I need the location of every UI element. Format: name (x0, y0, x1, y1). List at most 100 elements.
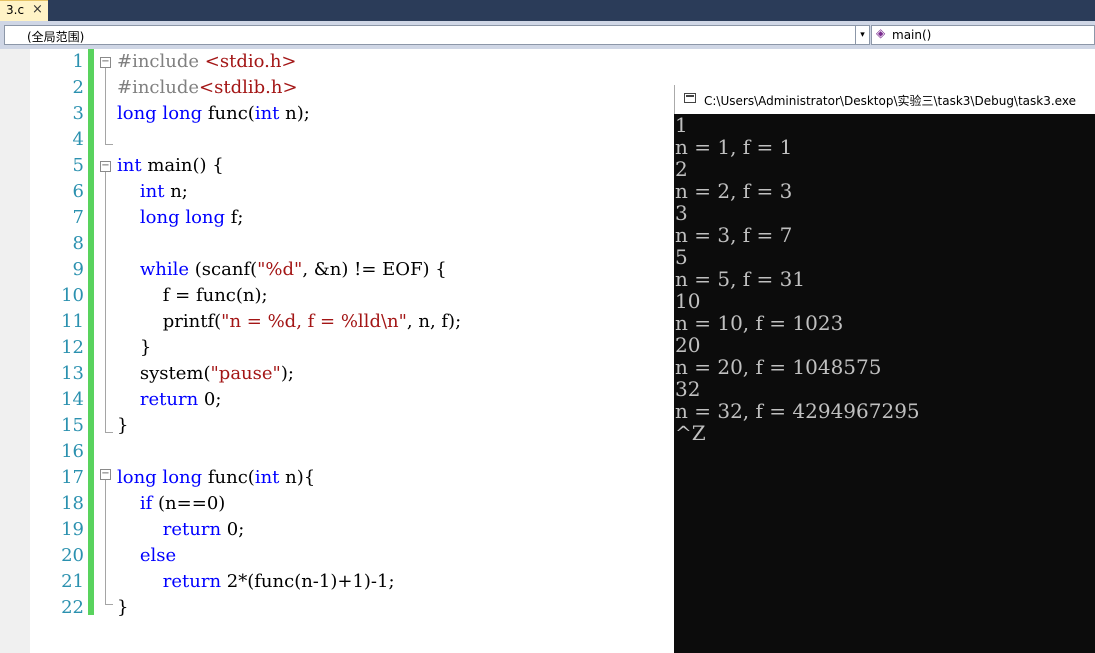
close-icon[interactable]: × (32, 2, 43, 17)
code-token: else (139, 545, 177, 566)
line-number: 16 (61, 441, 84, 462)
code-token: 2*(func(n-1)+1)-1; (221, 571, 395, 592)
console-line: n = 3, f = 7 (675, 223, 793, 247)
outline-guide-end (105, 604, 113, 605)
code-token: int (117, 155, 142, 176)
line-number-gutter: 1 2 3 4 5 6 7 8 9 10 11 12 13 14 15 16 1… (30, 49, 84, 653)
line-number: 6 (72, 181, 84, 202)
code-token: f; (225, 207, 244, 228)
code-token: n); (279, 103, 310, 124)
function-icon: ◈ (876, 26, 886, 40)
outline-guide-end (105, 144, 113, 145)
code-token: <stdio.h> (204, 51, 297, 72)
line-number: 3 (72, 103, 84, 124)
console-line: 10 (675, 289, 701, 313)
code-token: while (139, 259, 190, 280)
code-token: printf( (117, 311, 222, 332)
outline-guide (105, 68, 106, 144)
line-number: 1 (72, 51, 84, 72)
chevron-down-icon[interactable]: ▾ (855, 26, 869, 44)
code-token: , n, f); (406, 311, 462, 332)
code-token: long long (117, 103, 203, 124)
line-number: 21 (61, 571, 84, 592)
code-line: long long func(int n); (117, 101, 310, 127)
line-number: 4 (72, 129, 84, 150)
console-title-bar[interactable]: C:\Users\Administrator\Desktop\实验三\task3… (674, 85, 1095, 114)
console-window-icon (684, 93, 696, 103)
line-number: 9 (72, 259, 84, 280)
line-number: 11 (61, 311, 84, 332)
line-number: 20 (61, 545, 84, 566)
code-token: if (139, 493, 153, 514)
code-token: func( (202, 467, 255, 488)
line-number: 8 (72, 233, 84, 254)
code-token: "pause" (210, 363, 281, 384)
code-line: system("pause"); (117, 361, 294, 387)
line-number: 2 (72, 77, 84, 98)
console-line: 5 (675, 245, 688, 269)
collapse-icon[interactable]: − (100, 57, 111, 68)
collapse-icon[interactable]: − (100, 161, 111, 172)
code-token: #include (117, 77, 200, 98)
line-number: 18 (61, 493, 84, 514)
code-line: f = func(n); (117, 285, 268, 306)
code-token: #include (117, 51, 205, 72)
document-tab-strip: 3.c × (0, 0, 1095, 21)
outline-guide (105, 480, 106, 604)
code-token: "n = %d, f = %lld\n" (221, 311, 407, 332)
console-output[interactable]: 1 n = 1, f = 1 2 n = 2, f = 3 3 n = 3, f… (674, 114, 1095, 653)
code-token: return (162, 519, 222, 540)
code-token: ); (280, 363, 294, 384)
console-line: n = 5, f = 31 (675, 267, 806, 291)
navigation-bar: (全局范围) ▾ ◈ main() (0, 21, 1095, 49)
line-number: 13 (61, 363, 84, 384)
code-line: return 2*(func(n-1)+1)-1; (117, 569, 395, 595)
scope-dropdown[interactable]: (全局范围) ▾ (4, 25, 870, 45)
code-token: <stdlib.h> (199, 77, 298, 98)
code-line: long long func(int n){ (117, 465, 315, 491)
code-line: while (scanf("%d", &n) != EOF) { (117, 257, 447, 283)
code-token: int (254, 467, 280, 488)
member-dropdown[interactable]: ◈ main() (871, 25, 1095, 45)
console-line: n = 2, f = 3 (675, 179, 793, 203)
code-line: return 0; (117, 387, 222, 413)
code-line: if (n==0) (117, 491, 225, 517)
console-line: n = 10, f = 1023 (675, 311, 844, 335)
console-line: 20 (675, 333, 701, 357)
code-line: #include <stdio.h> (117, 49, 297, 75)
line-number: 14 (61, 389, 84, 410)
code-token: system( (117, 363, 211, 384)
code-token: long long (139, 207, 226, 228)
outline-guide-end (105, 432, 113, 433)
code-token: n; (164, 181, 188, 202)
code-token: 0; (198, 389, 222, 410)
indicator-margin (0, 49, 30, 653)
code-line: int n; (117, 179, 188, 205)
line-number: 19 (61, 519, 84, 540)
code-token: return (139, 389, 199, 410)
console-line: n = 1, f = 1 (675, 135, 793, 159)
code-line: } (117, 337, 152, 358)
outlining-margin: − − − (98, 49, 114, 653)
code-line: else (117, 543, 176, 569)
collapse-icon[interactable]: − (100, 469, 111, 480)
console-window[interactable]: C:\Users\Administrator\Desktop\实验三\task3… (674, 85, 1095, 653)
console-line: n = 20, f = 1048575 (675, 355, 882, 379)
member-value: main() (892, 28, 932, 42)
line-number: 17 (61, 467, 84, 488)
tab-label: 3.c (6, 3, 25, 17)
code-line: #include<stdlib.h> (117, 75, 298, 101)
line-number: 10 (61, 285, 84, 306)
code-token: "%d" (257, 259, 303, 280)
line-number: 5 (72, 155, 84, 176)
console-title: C:\Users\Administrator\Desktop\实验三\task3… (704, 94, 1076, 108)
code-token: 0; (221, 519, 245, 540)
tab-3c[interactable]: 3.c × (0, 0, 48, 21)
code-line: printf("n = %d, f = %lld\n", n, f); (117, 309, 461, 335)
